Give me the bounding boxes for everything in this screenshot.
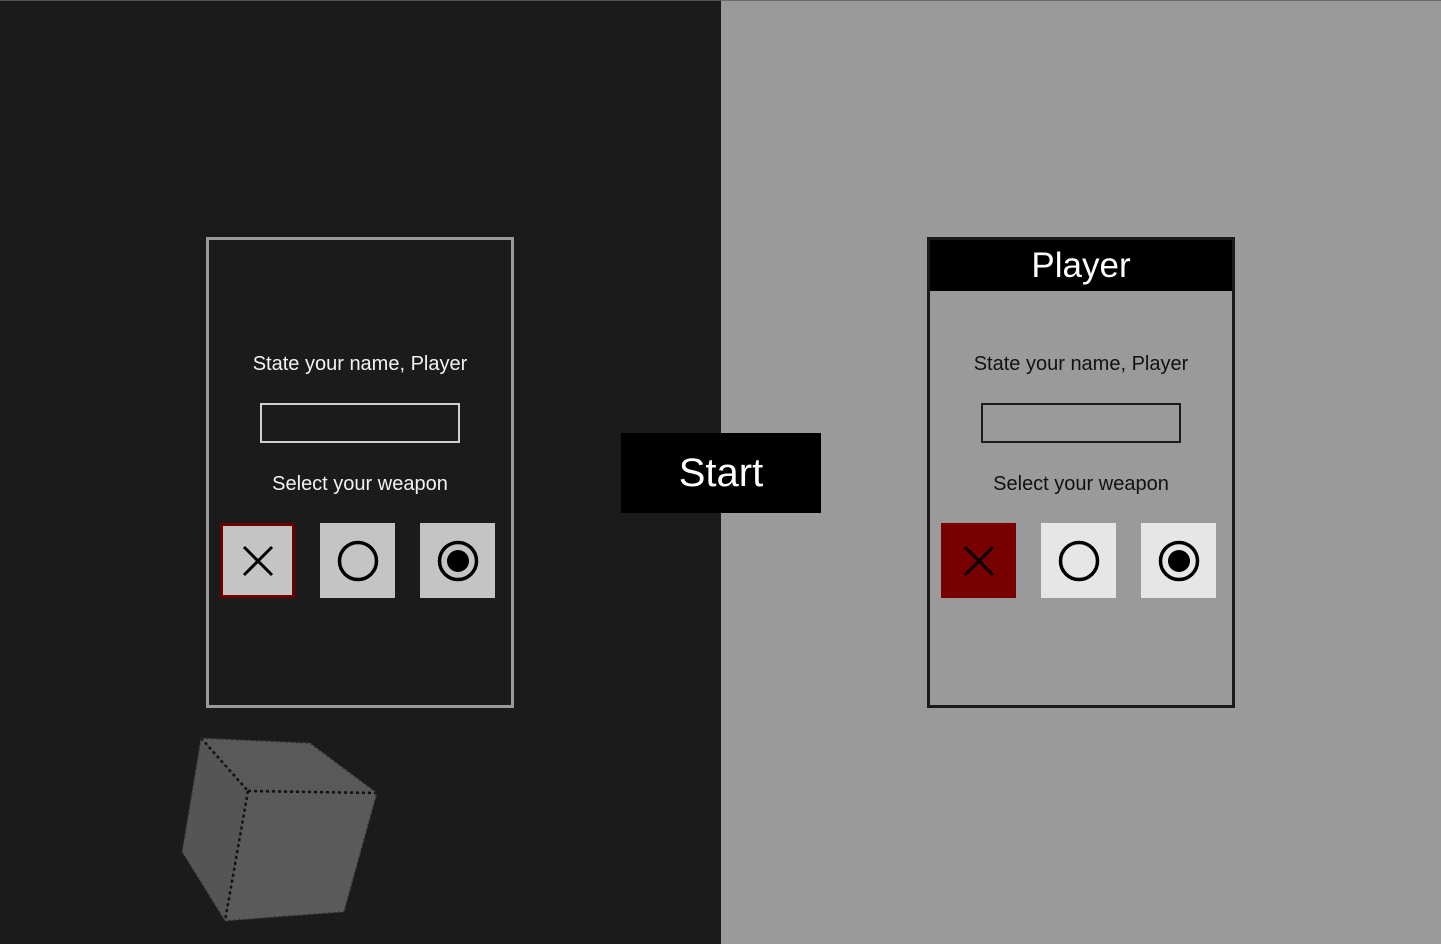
weapon-prompt: Select your weapon <box>272 473 448 495</box>
weapon-circle-button[interactable] <box>320 523 395 598</box>
weapon-x-button[interactable] <box>220 523 295 598</box>
weapon-target-button[interactable] <box>1141 523 1216 598</box>
target-icon <box>1158 540 1199 581</box>
player-one-card: State your name, Player Select your weap… <box>206 237 514 708</box>
weapon-prompt: Select your weapon <box>993 473 1169 495</box>
name-prompt: State your name, Player <box>252 353 468 375</box>
circle-icon <box>337 540 378 581</box>
name-prompt: State your name, Player <box>973 353 1189 375</box>
target-icon <box>437 540 478 581</box>
weapon-circle-button[interactable] <box>1041 523 1116 598</box>
x-icon <box>963 545 994 576</box>
cube-decoration-icon <box>181 737 378 922</box>
circle-icon <box>1058 540 1099 581</box>
name-input[interactable] <box>260 403 460 443</box>
start-button[interactable]: Start <box>621 433 821 513</box>
card-header-title: Player <box>930 240 1232 291</box>
weapon-x-button[interactable] <box>941 523 1016 598</box>
x-icon <box>242 545 273 576</box>
player-two-card: Player State your name, Player Select yo… <box>927 237 1235 708</box>
name-input[interactable] <box>981 403 1181 443</box>
weapon-target-button[interactable] <box>420 523 495 598</box>
